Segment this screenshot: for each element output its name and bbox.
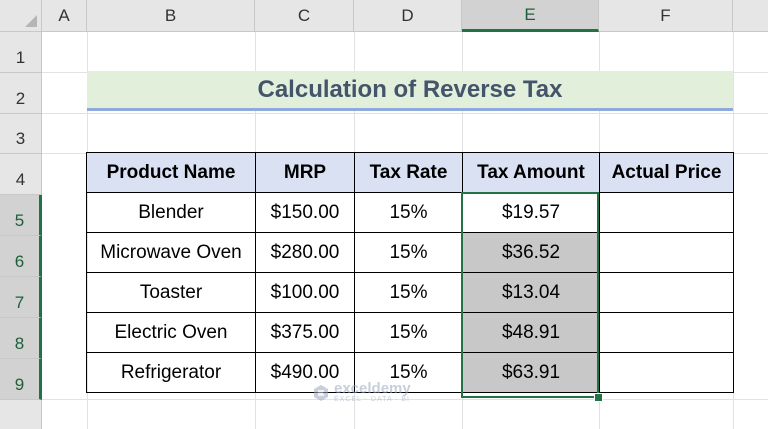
row-header-3[interactable]: 3 xyxy=(0,114,42,154)
row-header-1[interactable]: 1 xyxy=(0,32,42,73)
gridline xyxy=(42,113,768,114)
page-title[interactable]: Calculation of Reverse Tax xyxy=(87,71,733,111)
cell-actual-price[interactable] xyxy=(599,192,734,233)
data-table: Product Name MRP Tax Rate Tax Amount Act… xyxy=(86,152,734,393)
cell-product[interactable]: Toaster xyxy=(86,272,256,313)
column-header-d[interactable]: D xyxy=(354,0,462,32)
cell-mrp[interactable]: $150.00 xyxy=(255,192,355,233)
cell-tax-rate[interactable]: 15% xyxy=(354,192,463,233)
cell-tax-rate[interactable]: 15% xyxy=(354,232,463,273)
header-tax-amount[interactable]: Tax Amount xyxy=(462,152,600,193)
cell-product[interactable]: Microwave Oven xyxy=(86,232,256,273)
column-header-c[interactable]: C xyxy=(255,0,354,32)
cell-tax-amount[interactable]: $13.04 xyxy=(462,272,600,313)
table-row: Toaster $100.00 15% $13.04 xyxy=(86,272,734,313)
cell-tax-amount[interactable]: $19.57 xyxy=(462,192,600,233)
header-actual-price[interactable]: Actual Price xyxy=(599,152,734,193)
row-header-7[interactable]: 7 xyxy=(0,277,42,318)
fill-handle[interactable] xyxy=(594,393,603,402)
table-row: Electric Oven $375.00 15% $48.91 xyxy=(86,312,734,353)
column-header-a[interactable]: A xyxy=(42,0,87,32)
row-header-6[interactable]: 6 xyxy=(0,236,42,277)
cell-mrp[interactable]: $280.00 xyxy=(255,232,355,273)
row-header-8[interactable]: 8 xyxy=(0,318,42,359)
cell-mrp[interactable]: $375.00 xyxy=(255,312,355,353)
watermark: exceldemy EXCEL · DATA · BI xyxy=(312,380,411,403)
watermark-tagline: EXCEL · DATA · BI xyxy=(334,396,410,403)
cell-tax-rate[interactable]: 15% xyxy=(354,312,463,353)
cell-mrp[interactable]: $100.00 xyxy=(255,272,355,313)
select-all-corner[interactable] xyxy=(0,0,42,32)
row-header-10[interactable] xyxy=(0,400,42,429)
cell-actual-price[interactable] xyxy=(599,352,734,393)
cell-product[interactable]: Refrigerator xyxy=(86,352,256,393)
table-header-row: Product Name MRP Tax Rate Tax Amount Act… xyxy=(86,152,734,193)
header-product-name[interactable]: Product Name xyxy=(86,152,256,193)
row-header-2[interactable]: 2 xyxy=(0,73,42,114)
table-row: Microwave Oven $280.00 15% $36.52 xyxy=(86,232,734,273)
cell-tax-amount[interactable]: $48.91 xyxy=(462,312,600,353)
watermark-name: exceldemy xyxy=(334,380,411,397)
cell-actual-price[interactable] xyxy=(599,272,734,313)
cell-tax-amount[interactable]: $63.91 xyxy=(462,352,600,393)
table-row: Blender $150.00 15% $19.57 xyxy=(86,192,734,233)
cell-actual-price[interactable] xyxy=(599,312,734,353)
header-tax-rate[interactable]: Tax Rate xyxy=(354,152,463,193)
cell-product[interactable]: Electric Oven xyxy=(86,312,256,353)
cell-tax-rate[interactable]: 15% xyxy=(354,272,463,313)
cell-tax-amount[interactable]: $36.52 xyxy=(462,232,600,273)
column-header-e[interactable]: E xyxy=(462,0,599,32)
row-header-4[interactable]: 4 xyxy=(0,154,42,195)
cell-actual-price[interactable] xyxy=(599,232,734,273)
row-header-5[interactable]: 5 xyxy=(0,195,42,236)
header-mrp[interactable]: MRP xyxy=(255,152,355,193)
exceldemy-logo-icon xyxy=(314,384,328,401)
column-header-b[interactable]: B xyxy=(87,0,255,32)
column-header-next[interactable] xyxy=(733,0,768,32)
watermark-text-block: exceldemy EXCEL · DATA · BI xyxy=(334,380,411,403)
spreadsheet[interactable]: A B C D E F 1 2 3 4 5 6 7 8 9 Calculatio… xyxy=(0,0,768,429)
row-header-9[interactable]: 9 xyxy=(0,359,42,400)
select-all-triangle-icon xyxy=(25,15,37,27)
cell-product[interactable]: Blender xyxy=(86,192,256,233)
column-header-f[interactable]: F xyxy=(599,0,733,32)
